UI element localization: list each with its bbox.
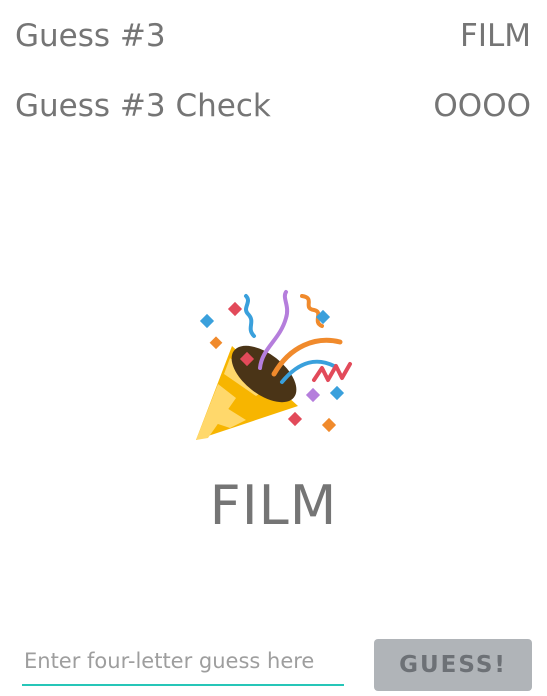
guess-button[interactable]: GUESS! (374, 639, 532, 691)
guess-label: Guess #3 (15, 18, 166, 54)
guess-input[interactable] (22, 638, 344, 686)
party-popper-icon (190, 288, 360, 448)
check-label: Guess #3 Check (15, 88, 271, 124)
guess-row: Guess #3 FILM (15, 14, 531, 58)
answer-word: FILM (209, 474, 338, 537)
check-row: Guess #3 Check OOOO (15, 84, 531, 128)
check-value: OOOO (433, 88, 531, 124)
guess-value: FILM (460, 18, 531, 54)
